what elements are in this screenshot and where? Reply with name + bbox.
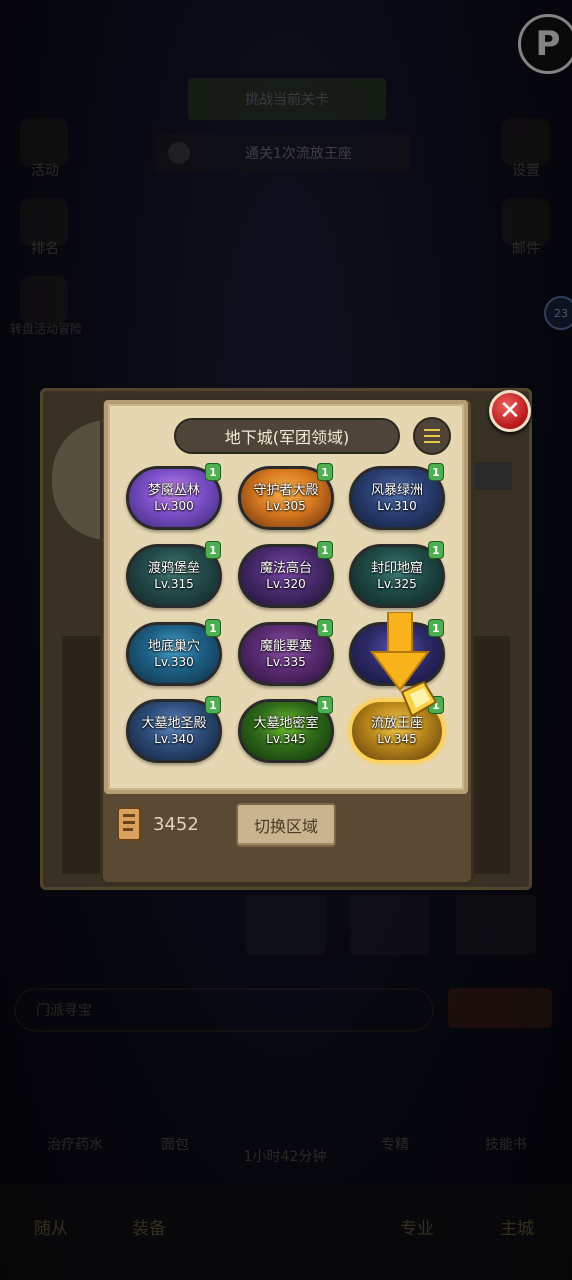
currency-amount: 3452	[153, 814, 199, 835]
dungeon-level: Lv.345	[377, 731, 417, 746]
dungeon-name: 风暴绿洲	[370, 482, 423, 498]
dungeon-count-badge: 1	[205, 696, 221, 714]
back-decoration	[62, 636, 102, 874]
dungeon-name: 大墓地圣殿	[141, 715, 207, 731]
dungeon-level: Lv.325	[377, 576, 417, 591]
menu-button[interactable]	[413, 417, 451, 455]
dungeon-name: 魔能要塞	[259, 638, 312, 654]
dungeon-button[interactable]: 封印地窟 Lv.325 1	[349, 541, 445, 608]
dungeon-count-badge: 1	[317, 463, 333, 481]
dungeon-count-badge: 1	[205, 541, 221, 559]
crystal-icon	[400, 680, 438, 718]
dungeon-button[interactable]: 大墓地圣殿 Lv.340 1	[126, 696, 222, 763]
dungeon-button[interactable]: 地底巢穴 Lv.330 1	[126, 619, 222, 686]
dungeon-count-badge: 1	[428, 463, 444, 481]
dungeon-name: 渡鸦堡垒	[147, 560, 200, 576]
dungeon-count-badge: 1	[428, 619, 444, 637]
dungeon-level: Lv.300	[154, 498, 194, 513]
close-icon: ✕	[499, 396, 521, 426]
dungeon-name: 封印地窟	[370, 560, 423, 576]
dungeon-level: Lv.320	[266, 576, 306, 591]
dungeon-count-badge: 1	[428, 541, 444, 559]
close-button[interactable]: ✕	[489, 390, 531, 432]
dungeon-level: Lv.315	[154, 576, 194, 591]
panel-title: 地下城(军团领域)	[174, 418, 400, 454]
dungeon-name: 守护者大殿	[253, 482, 319, 498]
dungeon-name: 魔法高台	[259, 560, 312, 576]
dungeon-count-badge: 1	[317, 696, 333, 714]
back-decoration	[470, 462, 512, 490]
dungeon-button[interactable]: 梦魇丛林 Lv.300 1	[126, 463, 222, 530]
back-decoration	[470, 636, 510, 874]
dungeon-count-badge: 1	[205, 619, 221, 637]
dungeon-button[interactable]: 魔法高台 Lv.320 1	[238, 541, 334, 608]
dungeon-button[interactable]: 风暴绿洲 Lv.310 1	[349, 463, 445, 530]
dungeon-count-badge: 1	[205, 463, 221, 481]
dungeon-level: Lv.345	[266, 731, 306, 746]
dungeon-button[interactable]: 渡鸦堡垒 Lv.315 1	[126, 541, 222, 608]
switch-area-button[interactable]: 切换区域	[236, 803, 336, 847]
dungeon-count-badge: 1	[317, 619, 333, 637]
dungeon-level: Lv.330	[154, 654, 194, 669]
dungeon-button[interactable]: 魔能要塞 Lv.335 1	[238, 619, 334, 686]
dungeon-name: 梦魇丛林	[147, 482, 200, 498]
dungeon-level: Lv.335	[266, 654, 306, 669]
dungeon-name: 地底巢穴	[147, 638, 200, 654]
dungeon-count-badge: 1	[317, 541, 333, 559]
menu-icon	[424, 429, 440, 443]
dungeon-button[interactable]: 守护者大殿 Lv.305 1	[238, 463, 334, 530]
dungeon-level: Lv.310	[377, 498, 417, 513]
scroll-currency-icon	[117, 807, 141, 841]
dungeon-level: Lv.340	[154, 731, 194, 746]
dungeon-level: Lv.305	[266, 498, 306, 513]
dungeon-button[interactable]: 大墓地密室 Lv.345 1	[238, 696, 334, 763]
dungeon-name: 大墓地密室	[253, 715, 319, 731]
